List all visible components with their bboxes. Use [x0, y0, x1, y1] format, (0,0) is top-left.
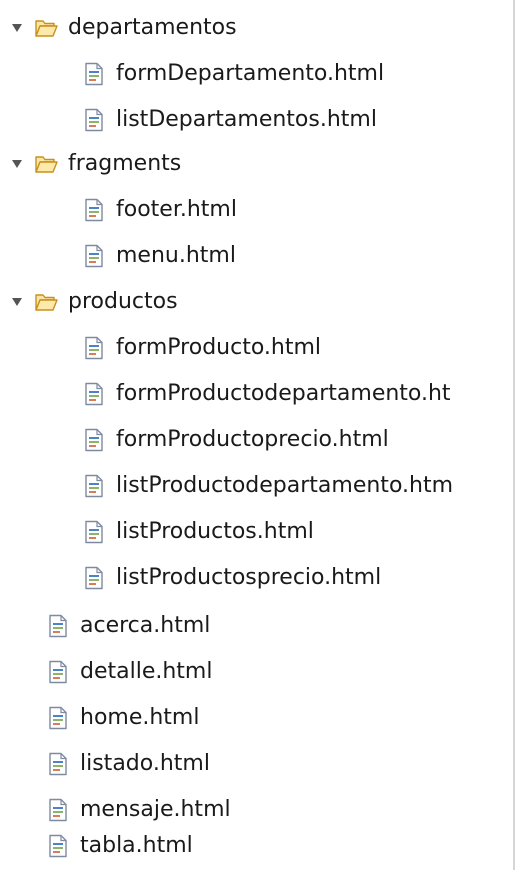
tree-file-item[interactable]: tabla.html [0, 823, 518, 869]
html-file-icon [46, 706, 70, 730]
html-file-icon [82, 244, 106, 268]
html-file-icon [82, 108, 106, 132]
folder-open-icon [34, 152, 58, 176]
tree-item-label: footer.html [116, 197, 237, 222]
tree-file-item[interactable]: listProductosprecio.html [0, 555, 518, 601]
tree-file-item[interactable]: listProductos.html [0, 509, 518, 555]
tree-file-item[interactable]: formProductoprecio.html [0, 417, 518, 463]
tree-folder-departamentos[interactable]: departamentos [0, 5, 508, 51]
html-file-icon [46, 834, 70, 858]
tree-item-label: formProductodepartamento.ht [116, 381, 451, 406]
tree-item-label: acerca.html [80, 613, 211, 638]
tree-item-label: listDepartamentos.html [116, 107, 377, 132]
tree-file-item[interactable]: formDepartamento.html [0, 51, 518, 97]
tree-file-item[interactable]: footer.html [0, 187, 518, 233]
triangle-down-icon[interactable] [10, 21, 24, 35]
tree-item-label: productos [68, 289, 178, 314]
triangle-down-icon[interactable] [10, 295, 24, 309]
html-file-icon [82, 428, 106, 452]
html-file-icon [46, 614, 70, 638]
project-explorer-tree: departamentos formDepartamento.html list… [0, 0, 518, 870]
tree-item-label: listProductos.html [116, 519, 314, 544]
tree-folder-productos[interactable]: productos [0, 279, 508, 325]
tree-file-item[interactable]: detalle.html [0, 649, 518, 695]
tree-item-label: listProductodepartamento.htm [116, 473, 454, 498]
html-file-icon [46, 660, 70, 684]
tree-file-item[interactable]: menu.html [0, 233, 518, 279]
tree-file-item[interactable]: home.html [0, 695, 518, 741]
tree-file-item[interactable]: formProducto.html [0, 325, 518, 371]
html-file-icon [82, 198, 106, 222]
html-file-icon [82, 382, 106, 406]
tree-file-item[interactable]: acerca.html [0, 603, 518, 649]
tree-item-label: formDepartamento.html [116, 61, 385, 86]
folder-open-icon [34, 290, 58, 314]
html-file-icon [82, 566, 106, 590]
tree-folder-fragments[interactable]: fragments [0, 141, 508, 187]
html-file-icon [82, 474, 106, 498]
tree-item-label: tabla.html [80, 833, 193, 858]
tree-item-label: detalle.html [80, 659, 213, 684]
tree-item-label: home.html [80, 705, 200, 730]
tree-file-item[interactable]: formProductodepartamento.ht [0, 371, 518, 417]
html-file-icon [46, 752, 70, 776]
tree-item-label: listProductosprecio.html [116, 565, 382, 590]
html-file-icon [82, 62, 106, 86]
tree-item-label: formProductoprecio.html [116, 427, 389, 452]
tree-item-label: fragments [68, 151, 182, 176]
tree-item-label: menu.html [116, 243, 236, 268]
tree-file-item[interactable]: listProductodepartamento.htm [0, 463, 518, 509]
html-file-icon [46, 798, 70, 822]
html-file-icon [82, 336, 106, 360]
html-file-icon [82, 520, 106, 544]
folder-open-icon [34, 16, 58, 40]
tree-item-label: departamentos [68, 15, 237, 40]
tree-file-item[interactable]: listDepartamentos.html [0, 97, 518, 143]
tree-item-label: listado.html [80, 751, 210, 776]
triangle-down-icon[interactable] [10, 157, 24, 171]
tree-file-item[interactable]: listado.html [0, 741, 518, 787]
tree-item-label: formProducto.html [116, 335, 322, 360]
